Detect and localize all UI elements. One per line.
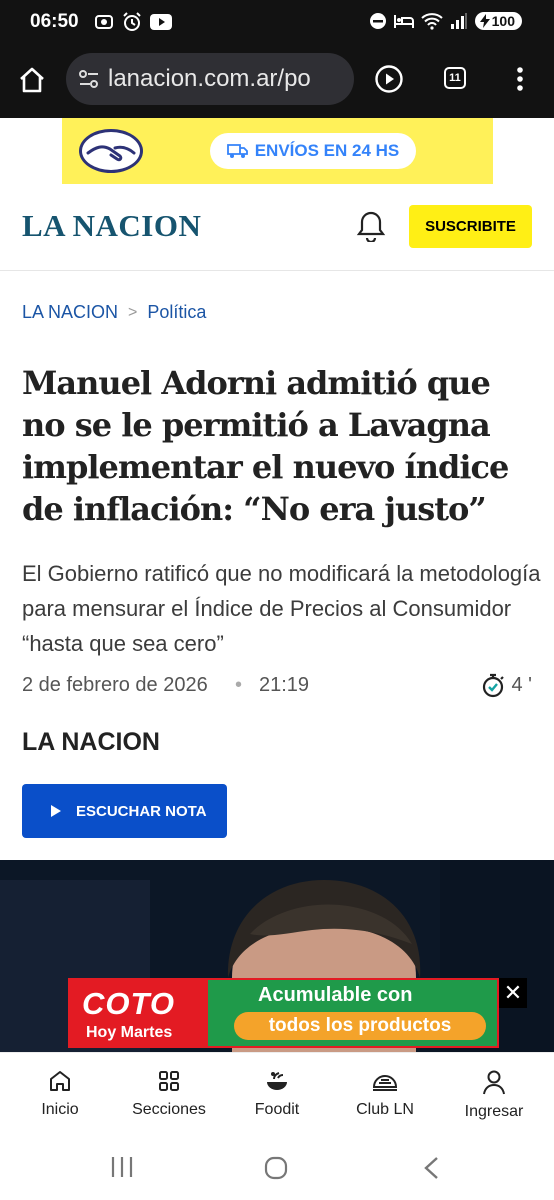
play-triangle-icon (51, 805, 61, 817)
wifi-icon (420, 13, 443, 30)
article-meta: 2 de febrero de 2026 • 21:19 4 ' (22, 674, 532, 702)
url-text: lanacion.com.ar/po (108, 65, 311, 92)
home-icon[interactable] (18, 66, 46, 94)
coto-day: Hoy Martes (86, 1024, 173, 1041)
nav-label-inicio: Inicio (41, 1101, 79, 1118)
ad-shipping-text: ENVÍOS EN 24 HS (254, 141, 400, 160)
battery-indicator: 100 (474, 12, 522, 30)
recent-apps-icon[interactable] (110, 1156, 134, 1178)
coto-brand-block: COTO Hoy Martes (70, 980, 208, 1046)
truck-icon (226, 144, 248, 158)
nav-label-secciones: Secciones (132, 1101, 206, 1118)
coto-logo: COTO (82, 986, 175, 1021)
article-subtitle: El Gobierno ratificó que no modificará l… (22, 561, 541, 656)
nav-label-foodit: Foodit (254, 1101, 300, 1118)
bed-icon (393, 15, 414, 28)
listen-article-button[interactable]: ESCUCHAR NOTA (22, 784, 227, 838)
reading-time: 4 ' (480, 672, 533, 698)
alarm-icon (123, 12, 141, 31)
site-logo[interactable]: LA NACION (22, 208, 201, 244)
site-header: LA NACION SUSCRIBITE (0, 184, 554, 271)
meta-separator: • (235, 674, 243, 696)
article-time: 21:19 (259, 674, 310, 696)
coto-headline: Acumulable con (258, 984, 413, 1006)
nav-label-club-ln: Club LN (356, 1101, 414, 1118)
breadcrumb: LA NACION > Política (22, 302, 206, 323)
article-headline: Manuel Adorni admitió que no se le permi… (22, 364, 509, 528)
system-nav-bar (0, 1140, 554, 1200)
listen-label: ESCUCHAR NOTA (76, 802, 207, 820)
club-icon (372, 1075, 398, 1091)
dnd-icon (369, 13, 386, 29)
more-menu-icon[interactable] (516, 66, 524, 92)
home-icon (50, 1071, 70, 1091)
ad-banner-top[interactable]: ENVÍOS EN 24 HS (62, 118, 493, 184)
nav-item-club-ln[interactable]: Club LN (331, 1069, 439, 1119)
home-button-icon[interactable] (264, 1156, 288, 1180)
article-date: 2 de febrero de 2026 (22, 674, 208, 696)
battery-level: 100 (491, 13, 515, 29)
breadcrumb-section-link[interactable]: Política (147, 302, 206, 323)
subscribe-button[interactable]: SUSCRIBITE (409, 205, 532, 248)
notification-icons (94, 12, 172, 32)
nav-label-ingresar: Ingresar (464, 1103, 524, 1120)
article-author[interactable]: LA NACION (22, 728, 160, 757)
youtube-icon (150, 14, 172, 30)
nav-item-secciones[interactable]: Secciones (115, 1069, 223, 1119)
ad-shipping-pill: ENVÍOS EN 24 HS (210, 133, 416, 169)
stopwatch-icon (482, 673, 504, 698)
status-bar: 06:50 100 (0, 0, 554, 44)
foodit-icon (267, 1072, 287, 1090)
nav-item-ingresar[interactable]: Ingresar (440, 1069, 548, 1121)
breadcrumb-home-link[interactable]: LA NACION (22, 302, 118, 323)
breadcrumb-separator: > (128, 303, 138, 321)
tab-switcher-button[interactable]: 11 (444, 67, 466, 89)
reading-time-value: 4 ' (511, 673, 533, 696)
back-icon[interactable] (422, 1156, 440, 1180)
ad-banner-bottom[interactable]: COTO Hoy Martes Acumulable con todos los… (68, 978, 499, 1048)
nav-item-inicio[interactable]: Inicio (6, 1069, 114, 1119)
screenshot-icon (95, 15, 113, 29)
bottom-nav: Inicio Secciones Foodit Club LN Ingresar (0, 1052, 554, 1141)
user-icon (483, 1070, 505, 1095)
nav-item-foodit[interactable]: Foodit (223, 1069, 331, 1119)
notification-bell-icon[interactable] (356, 210, 386, 242)
status-time: 06:50 (30, 11, 79, 32)
system-icons: 100 (369, 12, 522, 30)
site-settings-icon[interactable] (78, 68, 100, 90)
ad-close-button[interactable]: ✕ (499, 978, 527, 1008)
grid-icon (159, 1071, 179, 1091)
coto-pill: todos los productos (234, 1012, 486, 1040)
address-bar[interactable]: lanacion.com.ar/po (66, 53, 354, 105)
browser-toolbar: lanacion.com.ar/po 11 (0, 44, 554, 118)
charging-icon (479, 14, 490, 28)
play-icon[interactable] (374, 64, 404, 94)
handshake-logo-icon (79, 129, 143, 173)
signal-icon (450, 13, 467, 29)
